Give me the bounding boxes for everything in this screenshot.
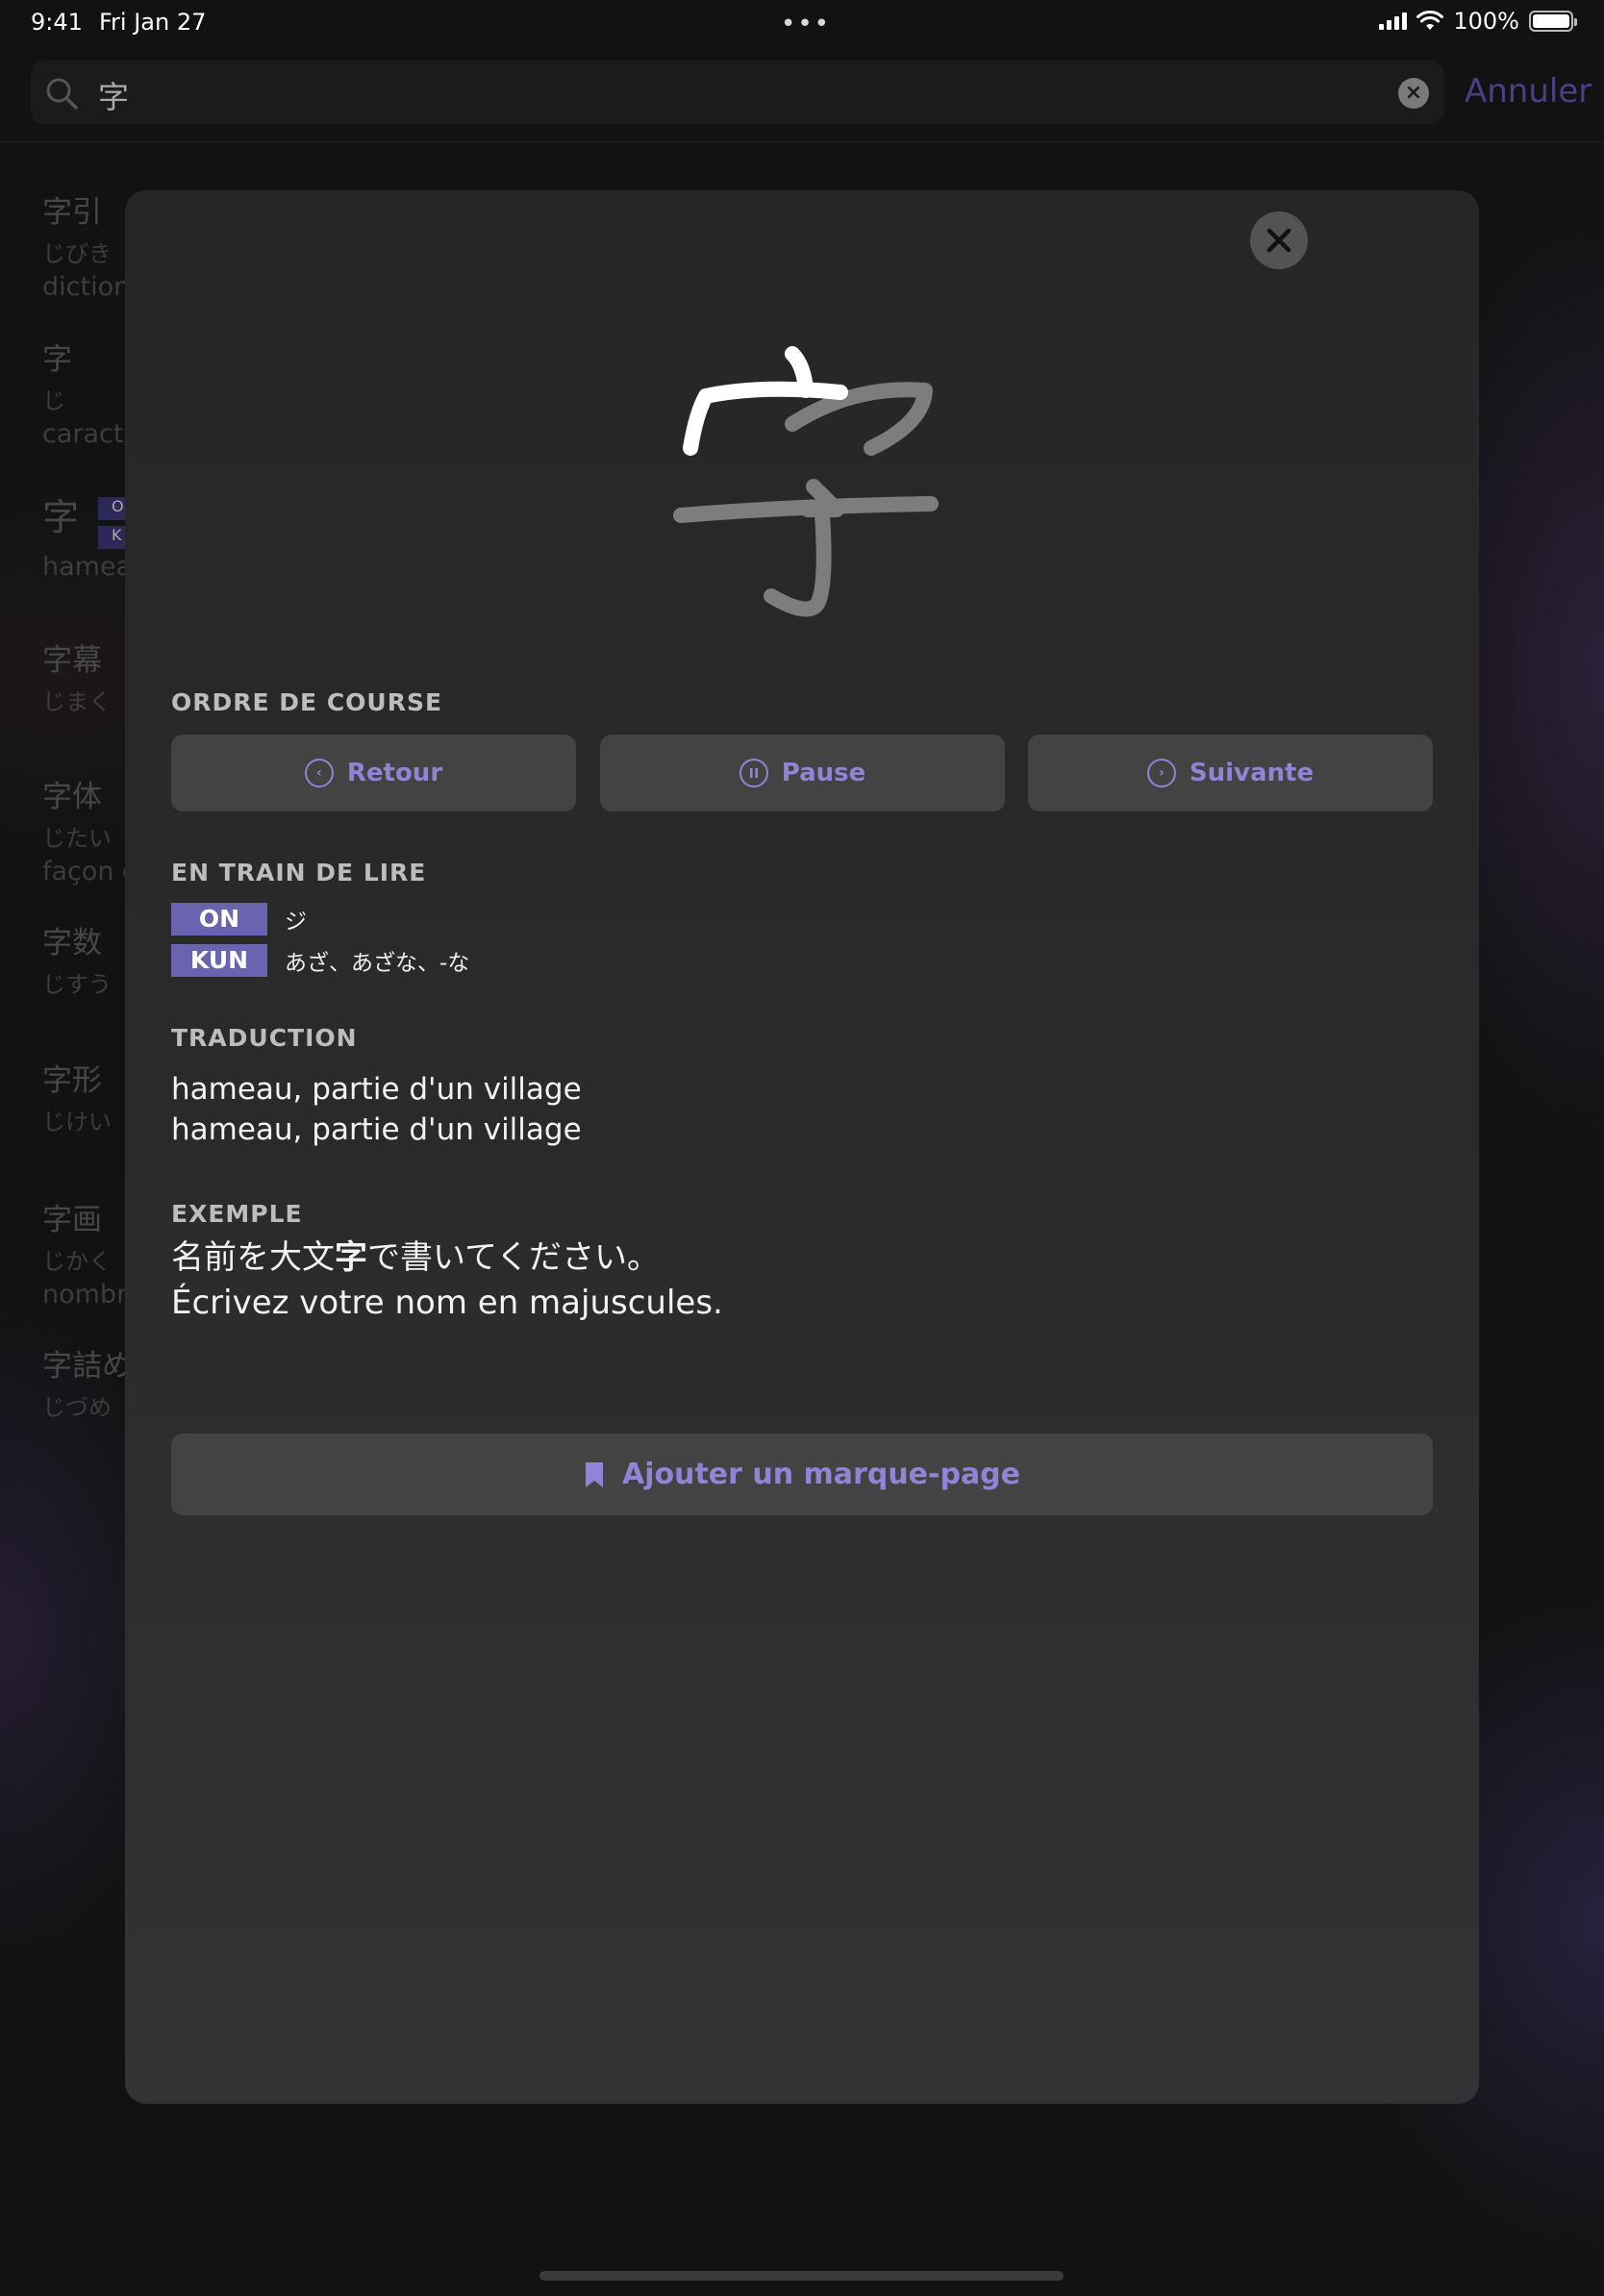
cellular-signal-icon: [1379, 12, 1408, 30]
list-item[interactable]: 字詰め じづめ: [42, 1341, 129, 1422]
pause-button[interactable]: Pause: [600, 735, 1005, 811]
status-bar: 9:41 Fri Jan 27 ••• 100%: [0, 0, 1604, 46]
translation-text: hameau, partie d'un village hameau, part…: [171, 1072, 582, 1147]
list-item[interactable]: 字 じ caractère: [42, 335, 129, 449]
multitasking-dots-icon[interactable]: •••: [781, 10, 831, 38]
close-icon: [1266, 228, 1291, 253]
status-time: 9:41: [31, 9, 83, 36]
search-bar[interactable]: 字 ×: [31, 61, 1444, 124]
home-indicator[interactable]: [539, 2271, 1064, 2281]
pause-icon: [739, 759, 768, 787]
kanji-stroke: [673, 496, 939, 523]
kun-reading-tag: KUN: [171, 944, 267, 977]
readings-label: EN TRAIN DE LIRE: [171, 859, 427, 886]
list-item[interactable]: 字体 じたい façon d: [42, 772, 129, 886]
kanji-stroke: [764, 507, 832, 617]
wifi-icon: [1416, 11, 1444, 30]
on-reading-value: ジ: [285, 910, 307, 935]
list-item[interactable]: 字引 じびき dictionnaire: [42, 187, 129, 302]
list-item[interactable]: 字 O K hameau: [42, 487, 129, 582]
cancel-button[interactable]: Annuler: [1465, 72, 1591, 111]
on-reading-row: ON ジ: [171, 903, 307, 936]
on-reading-tag: ON: [171, 903, 267, 936]
battery-percent: 100%: [1453, 8, 1519, 35]
list-item[interactable]: 字幕 じまく: [42, 636, 129, 716]
list-item[interactable]: 字形 じけい: [42, 1056, 129, 1136]
clear-search-icon[interactable]: ×: [1398, 78, 1429, 109]
back-button[interactable]: ‹ Retour: [171, 735, 576, 811]
kun-reading-row: KUN あざ、あざな、-な: [171, 944, 469, 977]
battery-icon: [1529, 11, 1577, 32]
kun-reading-value: あざ、あざな、-な: [285, 951, 470, 976]
example-japanese: 名前を大文字で書いてください。: [171, 1238, 660, 1277]
add-bookmark-button[interactable]: Ajouter un marque-page: [171, 1434, 1433, 1515]
status-indicators: 100%: [1379, 8, 1577, 35]
list-item[interactable]: 字画 じかく nombre: [42, 1195, 129, 1310]
example-label: EXEMPLE: [171, 1200, 303, 1228]
status-date: Fri Jan 27: [99, 9, 207, 36]
results-list: 字引 じびき dictionnaire 字 じ caractère 字 O K …: [42, 187, 129, 1437]
list-item[interactable]: 字数 じすう: [42, 918, 129, 999]
translation-label: TRADUCTION: [171, 1024, 358, 1052]
header-divider: [0, 141, 1604, 142]
search-icon: [46, 78, 78, 110]
bookmark-icon: [585, 1461, 603, 1487]
example-text: 名前を大文字で書いてください。 Écrivez votre nom en maj…: [171, 1235, 723, 1326]
kanji-stroke: [785, 382, 933, 456]
next-button[interactable]: › Suivante: [1028, 735, 1433, 811]
chevron-left-icon: ‹: [304, 759, 334, 787]
example-french: Écrivez votre nom en majuscules.: [171, 1284, 723, 1322]
chevron-right-icon: ›: [1146, 759, 1176, 787]
kanji-stroke: [683, 381, 848, 456]
stroke-order-label: ORDRE DE COURSE: [171, 688, 443, 716]
search-input[interactable]: 字: [98, 73, 129, 117]
kanji-stroke-animation: [673, 346, 939, 617]
close-button[interactable]: [1250, 212, 1308, 269]
